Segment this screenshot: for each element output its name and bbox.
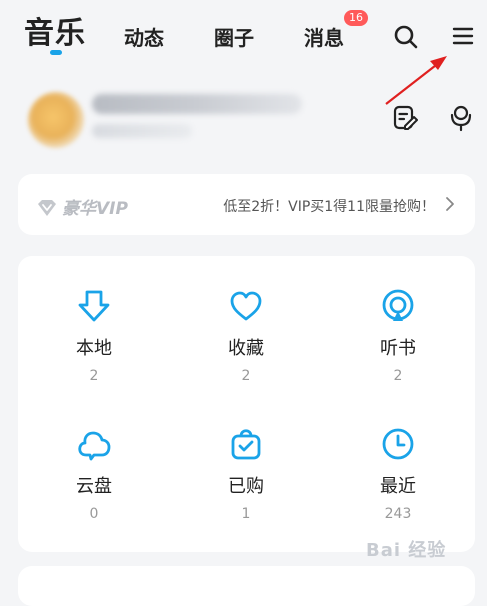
grid-item-local[interactable]: 本地 2 [18,288,170,384]
grid-item-audiobooks[interactable]: 听书 2 [322,288,474,384]
active-tab-indicator [50,50,62,55]
watermark-logo: Bai 经验 [366,540,447,561]
tab-moments[interactable]: 动态 [124,22,164,51]
download-icon [78,290,110,322]
grid-item-label: 最近 [380,476,416,497]
grid-item-count: 2 [393,368,403,384]
next-section-card [18,566,475,606]
bag-check-icon [231,429,261,460]
microphone-icon[interactable] [448,104,474,136]
clock-icon [382,428,414,460]
grid-item-count: 243 [384,506,412,522]
edit-note-icon[interactable] [392,104,418,136]
top-navigation: 音乐 动态 圈子 消息 16 [0,0,487,70]
podcast-icon [382,289,414,321]
tab-music[interactable]: 音乐 [24,8,86,52]
blurred-user-info [92,124,192,138]
menu-icon[interactable] [451,24,475,52]
vip-promo-card[interactable]: 豪华VIP 低至2折！VIP买1得11限量抢购！ [18,174,475,235]
chevron-right-icon [445,196,455,216]
vip-logo: 豪华VIP [36,194,128,219]
grid-item-label: 本地 [76,338,112,359]
grid-item-purchased[interactable]: 已购 1 [170,426,322,522]
tab-circles[interactable]: 圈子 [214,22,254,51]
user-profile[interactable] [16,80,487,158]
grid-item-label: 云盘 [76,476,112,497]
grid-item-count: 1 [241,506,251,522]
grid-item-favorites[interactable]: 收藏 2 [170,288,322,384]
grid-item-recent[interactable]: 最近 243 [322,426,474,522]
grid-item-count: 2 [241,368,251,384]
grid-item-count: 2 [89,368,99,384]
vip-promo-text: 低至2折！VIP买1得11限量抢购！ [223,199,435,215]
search-icon[interactable] [393,24,419,54]
grid-item-label: 收藏 [228,338,264,359]
grid-item-cloud[interactable]: 云盘 0 [18,426,170,522]
grid-item-label: 听书 [380,338,416,359]
diamond-icon [38,200,56,216]
messages-badge: 16 [344,10,368,26]
vip-logo-text: 豪华VIP [62,199,128,219]
grid-item-label: 已购 [228,476,264,497]
heart-icon [230,291,262,321]
tab-messages[interactable]: 消息 [304,22,344,51]
avatar[interactable] [28,92,84,148]
grid-item-count: 0 [89,506,99,522]
blurred-username [92,94,302,114]
library-grid: 本地 2 收藏 2 听书 2 云盘 0 已购 1 最近 243 [18,256,475,552]
cloud-icon [78,431,111,461]
